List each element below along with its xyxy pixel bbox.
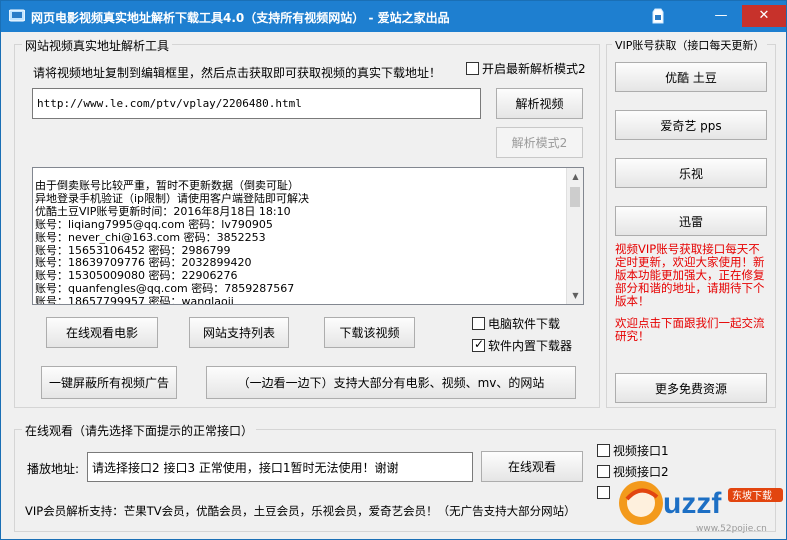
result-textarea[interactable]: 由于倒卖账号比较严重，暂时不更新数据（倒卖可耻） 异地登录手机验证（ip限制）请使… <box>32 167 584 305</box>
watermark-url: www.52pojie.cn <box>696 524 767 534</box>
builtin-download-checkbox[interactable]: 软件内置下载器 <box>472 337 572 354</box>
latest-mode-checkbox-box[interactable] <box>466 62 479 75</box>
result-line: 优酷土豆VIP账号更新时间：2016年8月18日 18:10 <box>35 205 291 218</box>
app-icon <box>9 9 25 22</box>
watch-and-download-button[interactable]: （一边看一边下）支持大部分有电影、视频、mv、的网站 <box>206 366 576 399</box>
pc-download-checkbox-label: 电脑软件下载 <box>488 317 561 331</box>
result-line: 账号：18657799957 密码：wanglaoji <box>35 296 234 305</box>
watch-online-button[interactable]: 在线观看 <box>481 451 583 482</box>
more-resources-button[interactable]: 更多免费资源 <box>615 373 767 403</box>
builtin-download-checkbox-label: 软件内置下载器 <box>488 339 573 353</box>
scroll-thumb[interactable] <box>570 187 580 207</box>
interface2-checkbox-box[interactable] <box>597 465 610 478</box>
watermark-tag: 东坡下载 <box>732 489 772 502</box>
vip-notice-text: 视频VIP账号获取接口每天不定时更新，欢迎大家使用！新版本功能更加强大，正在修复… <box>615 242 765 308</box>
letv-button[interactable]: 乐视 <box>615 158 767 188</box>
interface1-checkbox-label: 视频接口1 <box>613 444 669 458</box>
result-line: 账号：never_chi@163.com 密码：3852253 <box>35 231 266 244</box>
join-notice-text: 欢迎点击下面跟我们一起交流研究！ <box>615 316 765 343</box>
result-line: 异地登录手机验证（ip限制）请使用客户端登陆即可解决 <box>35 192 310 205</box>
interface1-checkbox[interactable]: 视频接口1 <box>597 442 669 459</box>
site-list-button[interactable]: 网站支持列表 <box>189 317 289 348</box>
minimize-button[interactable]: — <box>706 5 736 27</box>
vip-group-label: VIP账号获取（接口每天更新） <box>612 37 768 53</box>
result-scrollbar[interactable]: ▲ ▼ <box>566 168 583 304</box>
title-bar[interactable]: 网页电影视频真实地址解析下载工具4.0（支持所有视频网站） - 爱站之家出品 —… <box>1 1 786 32</box>
builtin-download-checkbox-box[interactable] <box>472 337 485 352</box>
pc-download-checkbox[interactable]: 电脑软件下载 <box>472 315 560 332</box>
scroll-up-arrow-icon[interactable]: ▲ <box>567 168 583 185</box>
play-address-label: 播放地址: <box>27 462 80 476</box>
youku-tudou-button[interactable]: 优酷 土豆 <box>615 62 767 92</box>
result-line: 由于倒卖账号比较严重，暂时不更新数据（倒卖可耻） <box>35 180 299 192</box>
app-window: 网页电影视频真实地址解析下载工具4.0（支持所有视频网站） - 爱站之家出品 —… <box>0 0 787 540</box>
skin-icon[interactable] <box>651 7 665 25</box>
uzzf-watermark-logo: uzzf 东坡下载 www.52pojie.cn <box>619 481 783 534</box>
interface3-checkbox[interactable] <box>597 486 613 499</box>
window-title: 网页电影视频真实地址解析下载工具4.0（支持所有视频网站） - 爱站之家出品 <box>31 11 450 25</box>
result-line: 账号：18639709776 密码：2032899420 <box>35 257 252 270</box>
latest-mode-checkbox-label: 开启最新解析模式2 <box>482 62 586 76</box>
latest-mode-checkbox[interactable]: 开启最新解析模式2 <box>466 60 586 77</box>
parse-group-label: 网站视频真实地址解析工具 <box>22 37 173 54</box>
interface3-checkbox-box[interactable] <box>597 486 610 499</box>
watermark-brand: uzzf <box>663 487 722 520</box>
parse-video-button[interactable]: 解析视频 <box>496 88 583 119</box>
result-lines: 由于倒卖账号比较严重，暂时不更新数据（倒卖可耻） 异地登录手机验证（ip限制）请使… <box>35 180 565 305</box>
scroll-down-arrow-icon[interactable]: ▼ <box>567 287 583 304</box>
download-video-button[interactable]: 下载该视频 <box>324 317 415 348</box>
close-button[interactable]: ✕ <box>742 5 786 27</box>
result-line: 账号：15653106452 密码：2986799 <box>35 244 231 257</box>
interface1-checkbox-box[interactable] <box>597 444 610 457</box>
play-address-input[interactable]: 请选择接口2 接口3 正常使用，接口1暂时无法使用！谢谢 <box>87 452 473 482</box>
url-input[interactable]: http://www.le.com/ptv/vplay/2206480.html <box>32 88 481 119</box>
instruction-text: 请将视频地址复制到编辑框里，然后点击获取即可获取视频的真实下载地址！ <box>33 66 442 80</box>
iqiyi-pps-button[interactable]: 爱奇艺 pps <box>615 110 767 140</box>
online-group-label: 在线观看（请先选择下面提示的正常接口） <box>22 422 257 439</box>
block-ads-button[interactable]: 一键屏蔽所有视频广告 <box>41 366 177 399</box>
xunlei-button[interactable]: 迅雷 <box>615 206 767 236</box>
pc-download-checkbox-box[interactable] <box>472 317 485 330</box>
result-line: 账号：15305009080 密码：22906276 <box>35 270 238 283</box>
vip-support-text: VIP会员解析支持：芒果TV会员，优酷会员，土豆会员，乐视会员，爱奇艺会员！（无… <box>25 504 576 518</box>
parse-mode2-button[interactable]: 解析模式2 <box>496 127 583 158</box>
result-line: 账号：quanfengles@qq.com 密码：7859287567 <box>35 283 295 296</box>
result-line: 账号：liqiang7995@qq.com 密码：lv790905 <box>35 218 273 231</box>
watch-online-movie-button[interactable]: 在线观看电影 <box>46 317 158 348</box>
